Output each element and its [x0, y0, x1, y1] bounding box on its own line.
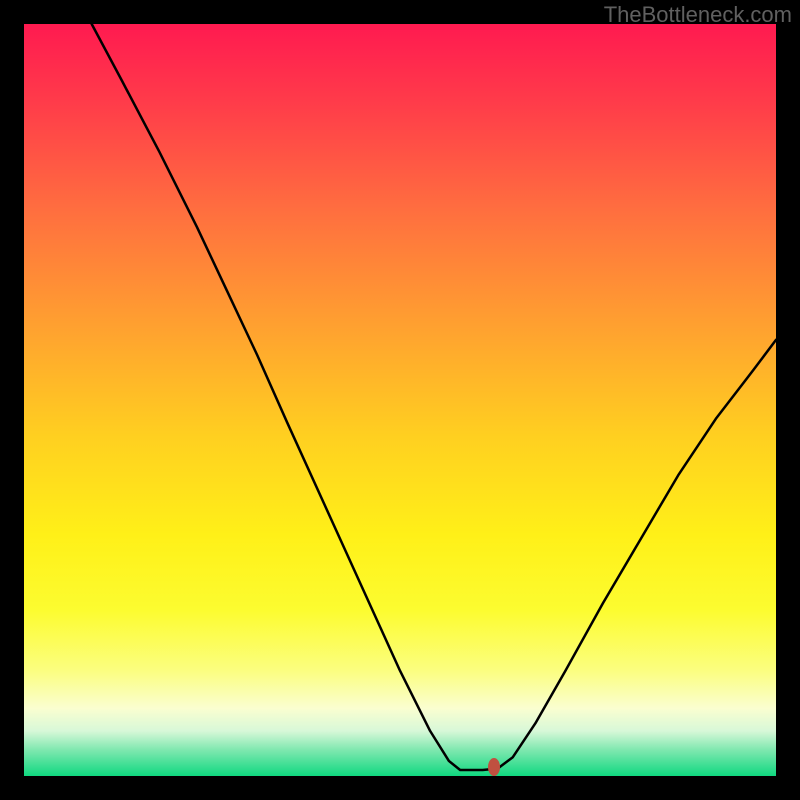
watermark-text: TheBottleneck.com	[604, 2, 792, 28]
chart-svg	[0, 0, 800, 800]
minimum-marker	[488, 758, 500, 776]
bottleneck-chart: TheBottleneck.com	[0, 0, 800, 800]
plot-area	[24, 24, 776, 776]
